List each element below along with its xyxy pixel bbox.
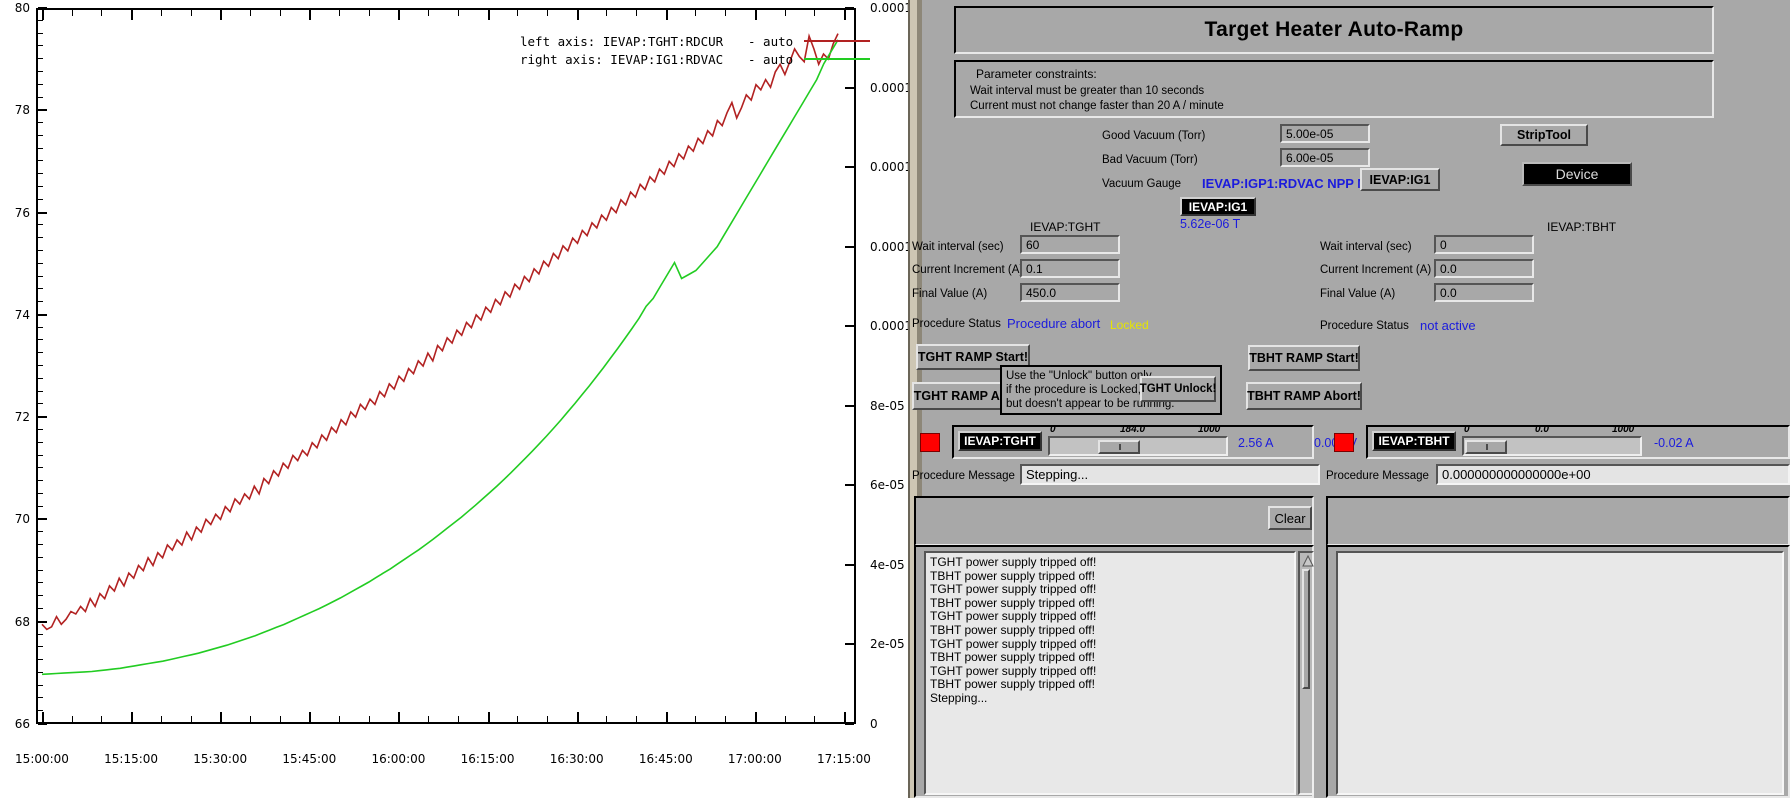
tght-slider-thumb[interactable]	[1098, 440, 1140, 454]
target-heater-auto-ramp-panel: Target Heater Auto-Ramp Parameter constr…	[912, 0, 1790, 798]
vacuum-gauge-tag: IEVAP:IG1	[1180, 197, 1256, 216]
tbht-status-led	[1334, 433, 1354, 452]
tbht-slider-max-label: 1000	[1612, 424, 1635, 435]
tbht-slider-thumb[interactable]	[1465, 440, 1507, 454]
plot-trace-right	[41, 39, 839, 676]
tght-wait-input[interactable]: 60	[1020, 235, 1120, 254]
log-line: TBHT power supply tripped off!	[930, 622, 1095, 637]
constraints-line-2: Current must not change faster than 20 A…	[970, 100, 1224, 112]
panel-title-box: Target Heater Auto-Ramp	[954, 6, 1714, 54]
vacuum-gauge-select-button[interactable]: IEVAP:IG1	[1360, 168, 1440, 191]
device-button[interactable]: Device	[1522, 162, 1632, 186]
tbht-slider-thumb-divider	[1486, 444, 1488, 450]
bad-vacuum-label: Bad Vacuum (Torr)	[1102, 154, 1198, 166]
tbht-increment-input[interactable]: 0.0	[1434, 259, 1534, 278]
legend-row: right axis: IEVAP:IG1:RDVAC - auto	[520, 50, 870, 68]
log-line: TGHT power supply tripped off!	[930, 582, 1097, 597]
tght-final-input[interactable]: 450.0	[1020, 283, 1120, 302]
constraints-box: Parameter constraints: Wait interval mus…	[954, 60, 1714, 118]
vacuum-gauge-reading: 5.62e-06 T	[1180, 217, 1241, 231]
tbht-slider-min-label: 0	[1464, 424, 1470, 435]
scroll-up-arrow-icon[interactable]	[1302, 555, 1314, 567]
tbht-current-slider[interactable]	[1462, 436, 1642, 456]
tbht-increment-label: Current Increment (A)	[1320, 264, 1432, 276]
unlock-help-line-2: if the procedure is Locked,	[1006, 384, 1141, 396]
log-scrollbar-left[interactable]	[1298, 551, 1314, 795]
tbht-header: IEVAP:TBHT	[1547, 220, 1617, 234]
tbht-message-value: 0.000000000000000e+00	[1436, 464, 1790, 485]
tght-current-readback: 2.56 A	[1238, 436, 1274, 450]
legend-row: left axis: IEVAP:TGHT:RDCUR - auto	[520, 32, 870, 50]
legend-color-swatch	[804, 40, 870, 42]
tbht-wait-input[interactable]: 0	[1434, 235, 1534, 254]
tbht-status-label: Procedure Status	[1320, 320, 1409, 332]
tght-status-value: Procedure abort	[1007, 316, 1101, 331]
tbht-slider-mid-label: 0.0	[1535, 424, 1549, 435]
log-messages-right	[1336, 551, 1784, 795]
unlock-help-line-3: but doesn't appear to be running.	[1006, 398, 1175, 410]
constraints-line-1: Wait interval must be greater than 10 se…	[970, 85, 1205, 97]
tbht-wait-label: Wait interval (sec)	[1320, 241, 1412, 253]
log-toolbar-left	[914, 496, 1314, 546]
striptool-plot-panel: 80787674727068660.000180.000160.000140.0…	[0, 0, 908, 798]
log-scroll-thumb-left[interactable]	[1302, 569, 1310, 689]
tght-increment-input[interactable]: 0.1	[1020, 259, 1120, 278]
tght-message-label: Procedure Message	[912, 470, 1015, 482]
tght-slider-thumb-divider	[1119, 444, 1121, 450]
plot-trace-left	[41, 33, 839, 631]
tght-slider-max-label: 1000	[1198, 424, 1221, 435]
striptool-button[interactable]: StripTool	[1500, 124, 1588, 146]
tbht-final-input[interactable]: 0.0	[1434, 283, 1534, 302]
good-vacuum-input[interactable]: 5.00e-05	[1280, 124, 1370, 143]
tght-status-label: Procedure Status	[912, 318, 1001, 330]
tght-slider-mid-label: 184.0	[1120, 424, 1146, 435]
log-toolbar-right	[1326, 496, 1790, 546]
good-vacuum-label: Good Vacuum (Torr)	[1102, 130, 1206, 142]
tght-lock-status: Locked	[1110, 318, 1149, 332]
plot-legend: left axis: IEVAP:TGHT:RDCUR - auto right a…	[520, 32, 870, 68]
unlock-help-line-1: Use the "Unlock" button only	[1006, 370, 1152, 382]
tght-increment-label: Current Increment (A)	[912, 264, 1024, 276]
legend-series-scaling: - auto	[748, 33, 794, 49]
log-clear-button[interactable]: Clear	[1268, 506, 1312, 530]
tbht-current-readback: -0.02 A	[1654, 436, 1694, 450]
tbht-status-value: not active	[1420, 318, 1476, 333]
legend-series-name: right axis: IEVAP:IG1:RDVAC	[520, 51, 724, 67]
tbht-final-label: Final Value (A)	[1320, 288, 1396, 300]
tbht-message-label: Procedure Message	[1326, 470, 1429, 482]
tght-status-led	[920, 433, 940, 452]
tght-wait-label: Wait interval (sec)	[912, 241, 1004, 253]
tbht-tag: IEVAP:TBHT	[1372, 431, 1456, 451]
tbht-ramp-abort-button[interactable]: TBHT RAMP Abort!	[1246, 382, 1362, 410]
vacuum-gauge-pv: IEVAP:IGP1:RDVAC NPP N	[1202, 176, 1367, 191]
legend-series-scaling: - auto	[748, 51, 794, 67]
tght-tag: IEVAP:TGHT	[958, 431, 1042, 451]
log-line: TGHT power supply tripped off!	[930, 663, 1097, 678]
log-line: TBHT power supply tripped off!	[930, 650, 1095, 665]
log-line: TGHT power supply tripped off!	[930, 636, 1097, 651]
vacuum-gauge-label: Vacuum Gauge	[1102, 178, 1182, 190]
unlock-help-text: Use the "Unlock" button only if the proc…	[1006, 369, 1175, 411]
tght-header: IEVAP:TGHT	[1030, 220, 1101, 234]
tbht-ramp-start-button[interactable]: TBHT RAMP Start!	[1248, 345, 1360, 371]
log-line: TGHT power supply tripped off!	[930, 555, 1097, 569]
log-line: TGHT power supply tripped off!	[930, 609, 1097, 624]
log-line: TBHT power supply tripped off!	[930, 595, 1095, 610]
constraints-heading: Parameter constraints:	[976, 67, 1097, 81]
tght-message-value: Stepping...	[1020, 464, 1320, 485]
legend-color-swatch	[804, 58, 870, 60]
log-line: TBHT power supply tripped off!	[930, 568, 1095, 583]
bad-vacuum-input[interactable]: 6.00e-05	[1280, 148, 1370, 167]
tght-unlock-button[interactable]: TGHT Unlock!	[1140, 376, 1216, 402]
tght-slider-min-label: 0	[1050, 424, 1056, 435]
page-title: Target Heater Auto-Ramp	[1204, 18, 1464, 41]
legend-series-name: left axis: IEVAP:TGHT:RDCUR	[520, 33, 724, 49]
tght-current-slider[interactable]	[1048, 436, 1228, 456]
log-line: Stepping...	[930, 690, 988, 705]
plot-traces	[41, 33, 839, 676]
tght-final-label: Final Value (A)	[912, 288, 988, 300]
log-messages-left: TGHT power supply tripped off! TBHT power…	[924, 551, 1296, 795]
log-line: TBHT power supply tripped off!	[930, 677, 1095, 692]
